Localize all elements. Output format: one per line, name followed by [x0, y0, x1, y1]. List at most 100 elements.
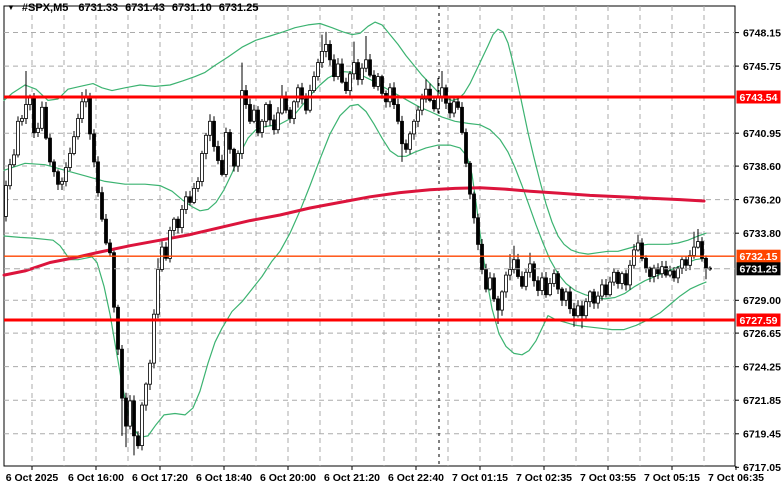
candle-bull [388, 87, 392, 103]
candle-bull [564, 291, 568, 301]
candle-bull [600, 284, 604, 297]
candle-bull [652, 267, 656, 277]
candle-bear [604, 284, 608, 296]
candle-bull [312, 76, 316, 91]
candle-bull [8, 164, 12, 187]
candle-bull [488, 277, 492, 290]
candle-bull [144, 383, 148, 406]
candle-bull [680, 259, 684, 269]
y-axis-label: 6721.85 [743, 395, 781, 407]
x-axis-label: 7 Oct 01:15 [452, 472, 508, 484]
symbol-dropdown-icon[interactable]: ▼ [7, 3, 15, 13]
candle-bull [632, 249, 636, 266]
candle-bear [56, 171, 60, 185]
candle-bull [316, 62, 320, 77]
candle-bull [140, 404, 144, 447]
candle-bull [512, 259, 516, 270]
candle-bull [236, 153, 240, 167]
candle-bear [532, 263, 536, 282]
candle-bear [136, 435, 140, 447]
price-line-label: 6731.25 [740, 264, 778, 276]
candle-bear [328, 44, 332, 61]
candle-bull [260, 120, 264, 133]
candle-bull [352, 62, 356, 75]
x-axis-label: 6 Oct 2025 [6, 472, 59, 484]
candle-bear [112, 252, 116, 308]
candle-bull [152, 313, 156, 364]
candle-bear [216, 146, 220, 161]
quote-close: 6731.25 [218, 2, 259, 14]
y-axis-label: 6724.25 [743, 362, 781, 374]
candle-bear [580, 305, 584, 317]
candle-bull [336, 63, 340, 78]
candle-bull [156, 269, 160, 315]
x-axis-label: 6 Oct 20:00 [260, 472, 316, 484]
candle-bull [204, 134, 208, 154]
candle-bear [88, 95, 92, 135]
candle-bull [252, 109, 256, 122]
quote-high: 6731.43 [125, 2, 165, 14]
candle-bull [208, 120, 212, 136]
candle-bull [628, 264, 632, 286]
price-line-label: 6727.59 [740, 315, 778, 327]
candle-bear [100, 192, 104, 220]
candle-bear [340, 63, 344, 83]
candle-bear [380, 76, 384, 94]
candle-bear [372, 74, 376, 87]
candle-bull [696, 241, 700, 248]
candle-bear [560, 288, 564, 301]
candle-bull [540, 277, 544, 291]
y-axis-label: 6736.20 [743, 194, 781, 206]
candle-bull [36, 127, 40, 133]
candle-bull [548, 283, 552, 296]
y-axis-label: 6738.60 [743, 161, 781, 173]
candle-bull [668, 270, 672, 276]
candle-bear [468, 162, 472, 195]
candle-bull [60, 180, 64, 185]
candle-bear [460, 106, 464, 133]
candle-bear [644, 257, 648, 269]
candle-bull [552, 273, 556, 284]
candle-bull [692, 246, 696, 256]
candle-bull [64, 167, 68, 182]
candle-bull [172, 218, 176, 231]
candle-bear [228, 132, 232, 150]
candle-bull [524, 271, 528, 287]
candle-bull [20, 118, 24, 122]
candle-bear [116, 306, 120, 350]
candle-bull [76, 118, 80, 138]
candle-bull [508, 269, 512, 276]
candle-bull [80, 101, 84, 120]
candle-bear [176, 218, 180, 228]
candle-bear [624, 273, 628, 286]
candle-bear [248, 104, 252, 122]
candle-bull [196, 180, 200, 189]
y-axis-label: 6729.00 [743, 295, 781, 307]
candle-bull [296, 87, 300, 103]
candle-bull [504, 274, 508, 293]
candle-bear [120, 348, 124, 399]
candle-bull [360, 67, 364, 80]
candle-bull [292, 101, 296, 120]
candle-bear [344, 81, 348, 91]
candle-bull [320, 51, 324, 64]
candle-bull [324, 44, 328, 52]
candle-bear [212, 120, 216, 147]
x-axis-label: 6 Oct 16:00 [68, 472, 124, 484]
candle-bear [396, 104, 400, 122]
candle-bear [616, 271, 620, 284]
y-axis-label: 6748.15 [743, 27, 781, 39]
candle-bear [492, 277, 496, 300]
x-axis-label: 7 Oct 05:15 [644, 472, 700, 484]
candle-bull [408, 133, 412, 150]
y-axis-label: 6740.95 [743, 128, 781, 140]
candle-bull [168, 229, 172, 259]
price-chart-canvas[interactable]: 6743.546732.156731.256727.596748.156745.… [0, 0, 781, 489]
candle-bull [348, 73, 352, 92]
candle-bull [308, 90, 312, 111]
y-axis-label: 6745.75 [743, 61, 781, 73]
price-line-label: 6743.54 [740, 92, 778, 104]
symbol-period-label: #SPX,M5 [21, 2, 69, 14]
candle-bear [544, 277, 548, 296]
candle-bear [568, 291, 572, 310]
